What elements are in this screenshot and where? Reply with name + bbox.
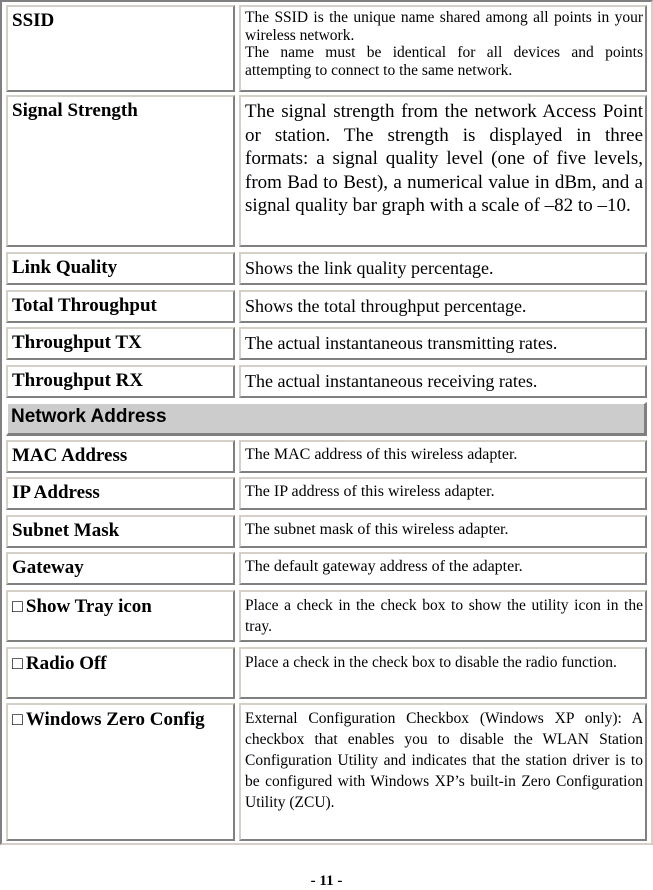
term-label: Link Quality [12,257,118,278]
description-text: Place a check in the check box to show t… [245,597,643,635]
description-cell: The SSID is the unique name shared among… [239,5,647,92]
table-row-throughput-tx: Throughput TX The actual instantaneous t… [6,327,647,360]
term-cell: Link Quality [6,252,235,285]
term-cell: □ Show Tray icon [6,590,235,642]
description-cell: The IP address of this wireless adapter. [239,477,647,510]
term-label: Throughput TX [12,332,142,353]
table-row-mac-address: MAC Address The MAC address of this wire… [6,440,647,473]
page-number: - 11 - [310,873,343,889]
description-text: External Configuration Checkbox (Windows… [245,710,643,811]
term-cell: IP Address [6,477,235,510]
description-cell: The actual instantaneous transmitting ra… [239,327,647,360]
term-cell: Throughput RX [6,365,235,398]
term-label: Show Tray icon [25,596,152,617]
table-row-windows-zero-config: □ Windows Zero Config External Configurat… [6,703,647,841]
table-row-show-tray-icon: □ Show Tray icon Place a check in the che… [6,590,647,642]
description-text: The SSID is the unique name shared among… [245,9,643,44]
table-row-ssid: SSID The SSID is the unique name shared … [6,5,647,92]
term-label: Total Throughput [12,295,157,316]
table-row-signal-strength: Signal Strength The signal strength from… [6,95,647,247]
table-row-radio-off: □ Radio Off Place a check in the check bo… [6,647,647,699]
term-cell: Signal Strength [6,95,235,247]
term-label: Windows Zero Config [25,709,205,730]
description-cell: Shows the total throughput percentage. [239,290,647,323]
section-header-label: Network Address [11,406,167,427]
term-cell: Total Throughput [6,290,235,323]
checkbox-icon: □ [12,709,23,729]
definitions-table: SSID The SSID is the unique name shared … [0,0,653,845]
term-label: SSID [12,10,55,31]
checkbox-icon: □ [12,596,23,616]
description-text: The subnet mask of this wireless adapter… [245,521,509,538]
term-label: MAC Address [12,445,128,466]
term-cell: □ Windows Zero Config [6,703,235,841]
description-text: The default gateway address of the adapt… [245,558,523,575]
table-row-throughput-rx: Throughput RX The actual instantaneous r… [6,365,647,398]
description-cell: Place a check in the check box to show t… [239,590,647,642]
description-text: The MAC address of this wireless adapter… [245,446,518,463]
section-header-cell: Network Address [6,402,647,436]
description-text: The signal strength from the network Acc… [245,101,643,216]
description-text: The name must be identical for all devic… [245,44,643,79]
term-cell: Subnet Mask [6,515,235,548]
description-text: Shows the link quality percentage. [245,258,494,278]
description-cell: The subnet mask of this wireless adapter… [239,515,647,548]
table-row-link-quality: Link Quality Shows the link quality perc… [6,252,647,285]
term-label: Signal Strength [12,100,138,121]
term-cell: Gateway [6,552,235,585]
term-cell: □ Radio Off [6,647,235,699]
table-row-total-throughput: Total Throughput Shows the total through… [6,290,647,323]
description-cell: The actual instantaneous receiving rates… [239,365,647,398]
term-label: Subnet Mask [12,520,120,541]
table-row-ip-address: IP Address The IP address of this wirele… [6,477,647,510]
term-label: Gateway [12,557,84,578]
description-cell: The signal strength from the network Acc… [239,95,647,247]
description-cell: The MAC address of this wireless adapter… [239,440,647,473]
term-label: Throughput RX [12,370,144,391]
description-text: The actual instantaneous transmitting ra… [245,333,558,353]
description-cell: External Configuration Checkbox (Windows… [239,703,647,841]
description-cell: The default gateway address of the adapt… [239,552,647,585]
section-header-network-address: Network Address [6,402,647,436]
description-text: Shows the total throughput percentage. [245,296,527,316]
description-text: The IP address of this wireless adapter. [245,483,495,500]
description-text: Place a check in the check box to disabl… [245,654,617,671]
checkbox-icon: □ [12,653,23,673]
description-cell: Shows the link quality percentage. [239,252,647,285]
description-text: The actual instantaneous receiving rates… [245,371,538,391]
term-label: Radio Off [25,653,107,674]
description-cell: Place a check in the check box to disabl… [239,647,647,699]
term-cell: SSID [6,5,235,92]
term-cell: Throughput TX [6,327,235,360]
term-cell: MAC Address [6,440,235,473]
term-label: IP Address [12,482,100,503]
table-row-subnet-mask: Subnet Mask The subnet mask of this wire… [6,515,647,548]
table-row-gateway: Gateway The default gateway address of t… [6,552,647,585]
